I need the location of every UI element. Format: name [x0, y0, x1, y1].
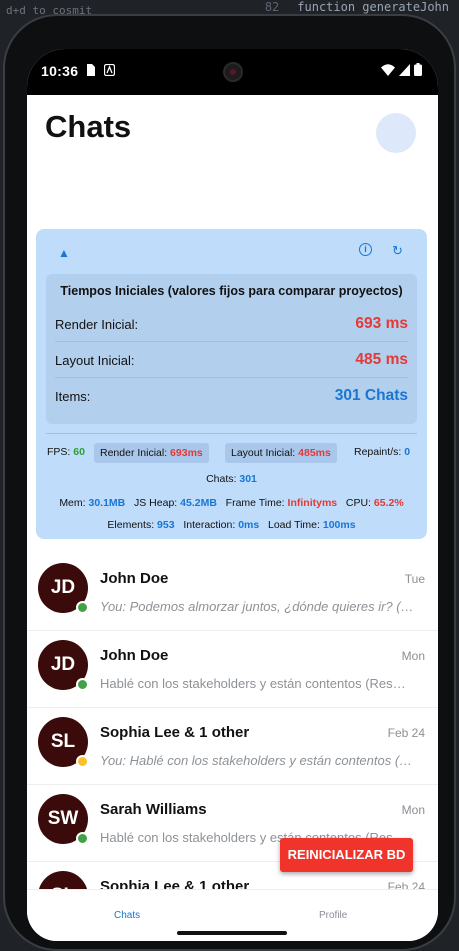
status-bar: 10:36	[27, 49, 438, 95]
frametime-label: Frame Time:	[225, 497, 285, 509]
render-chip-value: 693ms	[170, 447, 203, 459]
wifi-icon	[381, 63, 395, 76]
cpu-label: CPU:	[345, 497, 371, 509]
fps-value: 60	[73, 446, 85, 458]
items-row: Items: 301 Chats	[55, 378, 408, 414]
mem-value: 30.1MB	[88, 497, 126, 509]
chat-preview: You: Podemos almorzar juntos, ¿dónde qui…	[100, 599, 414, 614]
loadtime-label: Load Time:	[267, 519, 320, 531]
layout-initial-value: 485 ms	[355, 351, 408, 368]
initial-times-title: Tiempos Iniciales (valores fijos para co…	[60, 284, 403, 298]
editor-code-line: 82 function generateJohn	[265, 0, 449, 14]
chat-date: Tue	[404, 572, 425, 586]
away-status-dot	[76, 755, 89, 768]
online-status-dot	[76, 601, 89, 614]
layout-chip: Layout Inicial: 485ms	[225, 443, 337, 463]
performance-panel: ▲ i ↻ Tiempos Iniciales (valores fijos p…	[36, 229, 427, 539]
cpu-value: 65.2%	[373, 497, 404, 509]
chats-stat-label: Chats:	[206, 473, 237, 485]
bottom-tab-bar: Chats Profile	[27, 889, 438, 941]
stats-row-2: Chats: 301	[36, 473, 427, 485]
tab-chats[interactable]: Chats	[114, 910, 140, 921]
frametime-value: Infinityms	[287, 497, 338, 509]
chat-preview: Hablé con los stakeholders y están conte…	[100, 676, 406, 691]
repaint-stat: Repaint/s: 0	[354, 446, 410, 458]
loadtime-value: 100ms	[322, 519, 356, 531]
code-text: function generateJohn	[297, 0, 449, 14]
repaint-value: 0	[404, 446, 411, 458]
stats-row-4: Elements: 953 Interaction: 0ms Load Time…	[36, 519, 427, 531]
chat-list-item[interactable]: JD John Doe Tue You: Podemos almorzar ju…	[27, 554, 438, 631]
chat-name: Sophia Lee & 1 other	[100, 724, 250, 741]
chat-name: John Doe	[100, 570, 169, 587]
elements-label: Elements:	[107, 519, 155, 531]
render-initial-label: Render Inicial:	[55, 317, 139, 332]
app-screen: 10:36 Chats ▲ i ↻ Tiempos Iniciales (val…	[27, 49, 438, 941]
repaint-label: Repaint/s:	[354, 446, 402, 458]
initial-times-box: Tiempos Iniciales (valores fijos para co…	[46, 274, 417, 424]
chat-name: John Doe	[100, 647, 169, 664]
layout-chip-value: 485ms	[298, 447, 331, 459]
layout-initial-row: Layout Inicial: 485 ms	[55, 342, 408, 378]
online-status-dot	[76, 832, 89, 845]
chat-list-item[interactable]: JD John Doe Mon Hablé con los stakeholde…	[27, 631, 438, 708]
items-value: 301 Chats	[334, 387, 408, 404]
render-chip-label: Render Inicial:	[100, 447, 168, 459]
chat-date: Mon	[401, 649, 425, 663]
collapse-toggle-icon[interactable]: ▲	[58, 246, 70, 260]
profile-avatar[interactable]	[376, 113, 416, 153]
sim-card-icon	[87, 64, 95, 76]
front-camera	[223, 62, 243, 82]
page-title: Chats	[45, 109, 132, 144]
jsheap-label: JS Heap:	[134, 497, 178, 509]
chat-date: Mon	[401, 803, 425, 817]
signal-icon	[399, 63, 410, 76]
fps-stat: FPS: 60	[47, 446, 85, 458]
elements-value: 953	[157, 519, 175, 531]
items-label: Items:	[55, 389, 91, 404]
chat-list-item[interactable]: SL Sophia Lee & 1 other Feb 24 You: Habl…	[27, 708, 438, 785]
chat-name: Sarah Williams	[100, 801, 207, 818]
chats-stat-value: 301	[239, 473, 257, 485]
render-initial-value: 693 ms	[355, 315, 408, 332]
render-chip: Render Inicial: 693ms	[94, 443, 209, 463]
reset-db-button[interactable]: REINICIALIZAR BD	[280, 838, 413, 872]
mem-label: Mem:	[59, 497, 86, 509]
layout-initial-label: Layout Inicial:	[55, 353, 135, 368]
panel-divider	[46, 433, 417, 434]
home-indicator[interactable]	[177, 931, 287, 935]
chat-preview: You: Hablé con los stakeholders y están …	[100, 753, 413, 768]
info-icon[interactable]: i	[359, 243, 372, 256]
stats-row-3: Mem: 30.1MB JS Heap: 45.2MB Frame Time: …	[36, 497, 427, 509]
online-status-dot	[76, 678, 89, 691]
fps-label: FPS:	[47, 446, 71, 458]
refresh-icon[interactable]: ↻	[392, 243, 403, 259]
tab-profile[interactable]: Profile	[319, 910, 347, 921]
jsheap-value: 45.2MB	[180, 497, 217, 509]
line-number: 82	[264, 0, 280, 14]
battery-icon	[414, 63, 422, 76]
render-initial-row: Render Inicial: 693 ms	[55, 306, 408, 342]
app-notification-icon	[104, 64, 115, 76]
layout-chip-label: Layout Inicial:	[231, 447, 296, 459]
status-time: 10:36	[41, 63, 79, 79]
interaction-label: Interaction:	[183, 519, 236, 531]
interaction-value: 0ms	[238, 519, 260, 531]
phone-frame: 10:36 Chats ▲ i ↻ Tiempos Iniciales (val…	[3, 14, 456, 951]
chat-date: Feb 24	[387, 726, 425, 740]
